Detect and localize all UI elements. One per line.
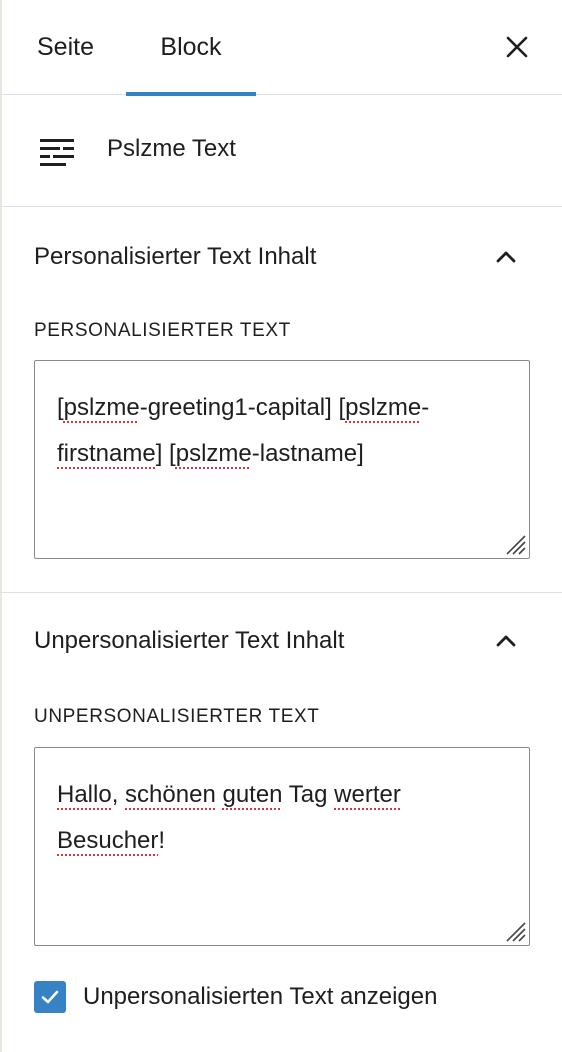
resize-handle-icon[interactable] bbox=[501, 530, 527, 556]
paragraph-lines-icon bbox=[40, 139, 74, 166]
show-unpersonalized-checkbox[interactable] bbox=[34, 981, 66, 1013]
close-icon bbox=[506, 36, 528, 58]
text-segment: - bbox=[421, 394, 430, 421]
misspelled-word: pslzme bbox=[345, 394, 422, 421]
resize-handle-icon[interactable] bbox=[501, 917, 527, 943]
sidebar-tabs: Seite Block bbox=[0, 0, 562, 96]
misspelled-word: firstname bbox=[57, 440, 156, 467]
unpersonalized-text-textarea[interactable]: Hallo, schönen guten Tag werter Besucher… bbox=[34, 747, 530, 946]
misspelled-word: pslzme bbox=[63, 394, 140, 421]
field-label: UNPERSONALISIERTER TEXT bbox=[34, 706, 320, 727]
close-sidebar-button[interactable] bbox=[500, 30, 534, 64]
personalized-text-panel: Personalisierter Text Inhalt PERSONALISI… bbox=[0, 207, 562, 593]
misspelled-word: pslzme bbox=[175, 440, 252, 467]
text-segment: ! bbox=[158, 827, 166, 854]
misspelled-word: guten bbox=[222, 781, 283, 808]
show-unpersonalized-option[interactable]: Unpersonalisierten Text anzeigen bbox=[34, 980, 437, 1014]
misspelled-word: werter bbox=[334, 781, 401, 808]
field-label: PERSONALISIERTER TEXT bbox=[34, 320, 291, 341]
misspelled-word: Hallo bbox=[57, 781, 112, 808]
text-segment: -lastname] bbox=[251, 440, 364, 467]
text-segment: [ bbox=[57, 394, 64, 421]
panel-title: Unpersonalisierter Text Inhalt bbox=[34, 627, 345, 654]
unpersonalized-panel-toggle[interactable]: Unpersonalisierter Text Inhalt bbox=[0, 593, 562, 691]
text-segment: -greeting1-capital] [ bbox=[139, 394, 346, 421]
personalized-text-textarea[interactable]: [pslzme-greeting1-capital] [pslzme-first… bbox=[34, 360, 530, 559]
chevron-up-icon bbox=[496, 251, 516, 263]
block-card: Pslzme Text bbox=[0, 95, 562, 207]
text-segment: , bbox=[111, 781, 126, 808]
tab-block[interactable]: Block bbox=[126, 0, 256, 96]
block-title: Pslzme Text bbox=[107, 135, 236, 162]
panel-title: Personalisierter Text Inhalt bbox=[34, 243, 317, 270]
text-segment: ] [ bbox=[155, 440, 176, 467]
checkmark-icon bbox=[41, 990, 59, 1004]
tab-seite[interactable]: Seite bbox=[18, 0, 113, 95]
unpersonalized-text-panel: Unpersonalisierter Text Inhalt UNPERSONA… bbox=[0, 593, 562, 1052]
misspelled-word: schönen bbox=[125, 781, 216, 808]
chevron-up-icon bbox=[496, 635, 516, 647]
personalized-panel-toggle[interactable]: Personalisierter Text Inhalt bbox=[0, 207, 562, 305]
misspelled-word: Besucher bbox=[57, 827, 159, 854]
text-segment: Tag bbox=[282, 781, 335, 808]
checkbox-label: Unpersonalisierten Text anzeigen bbox=[83, 983, 438, 1010]
